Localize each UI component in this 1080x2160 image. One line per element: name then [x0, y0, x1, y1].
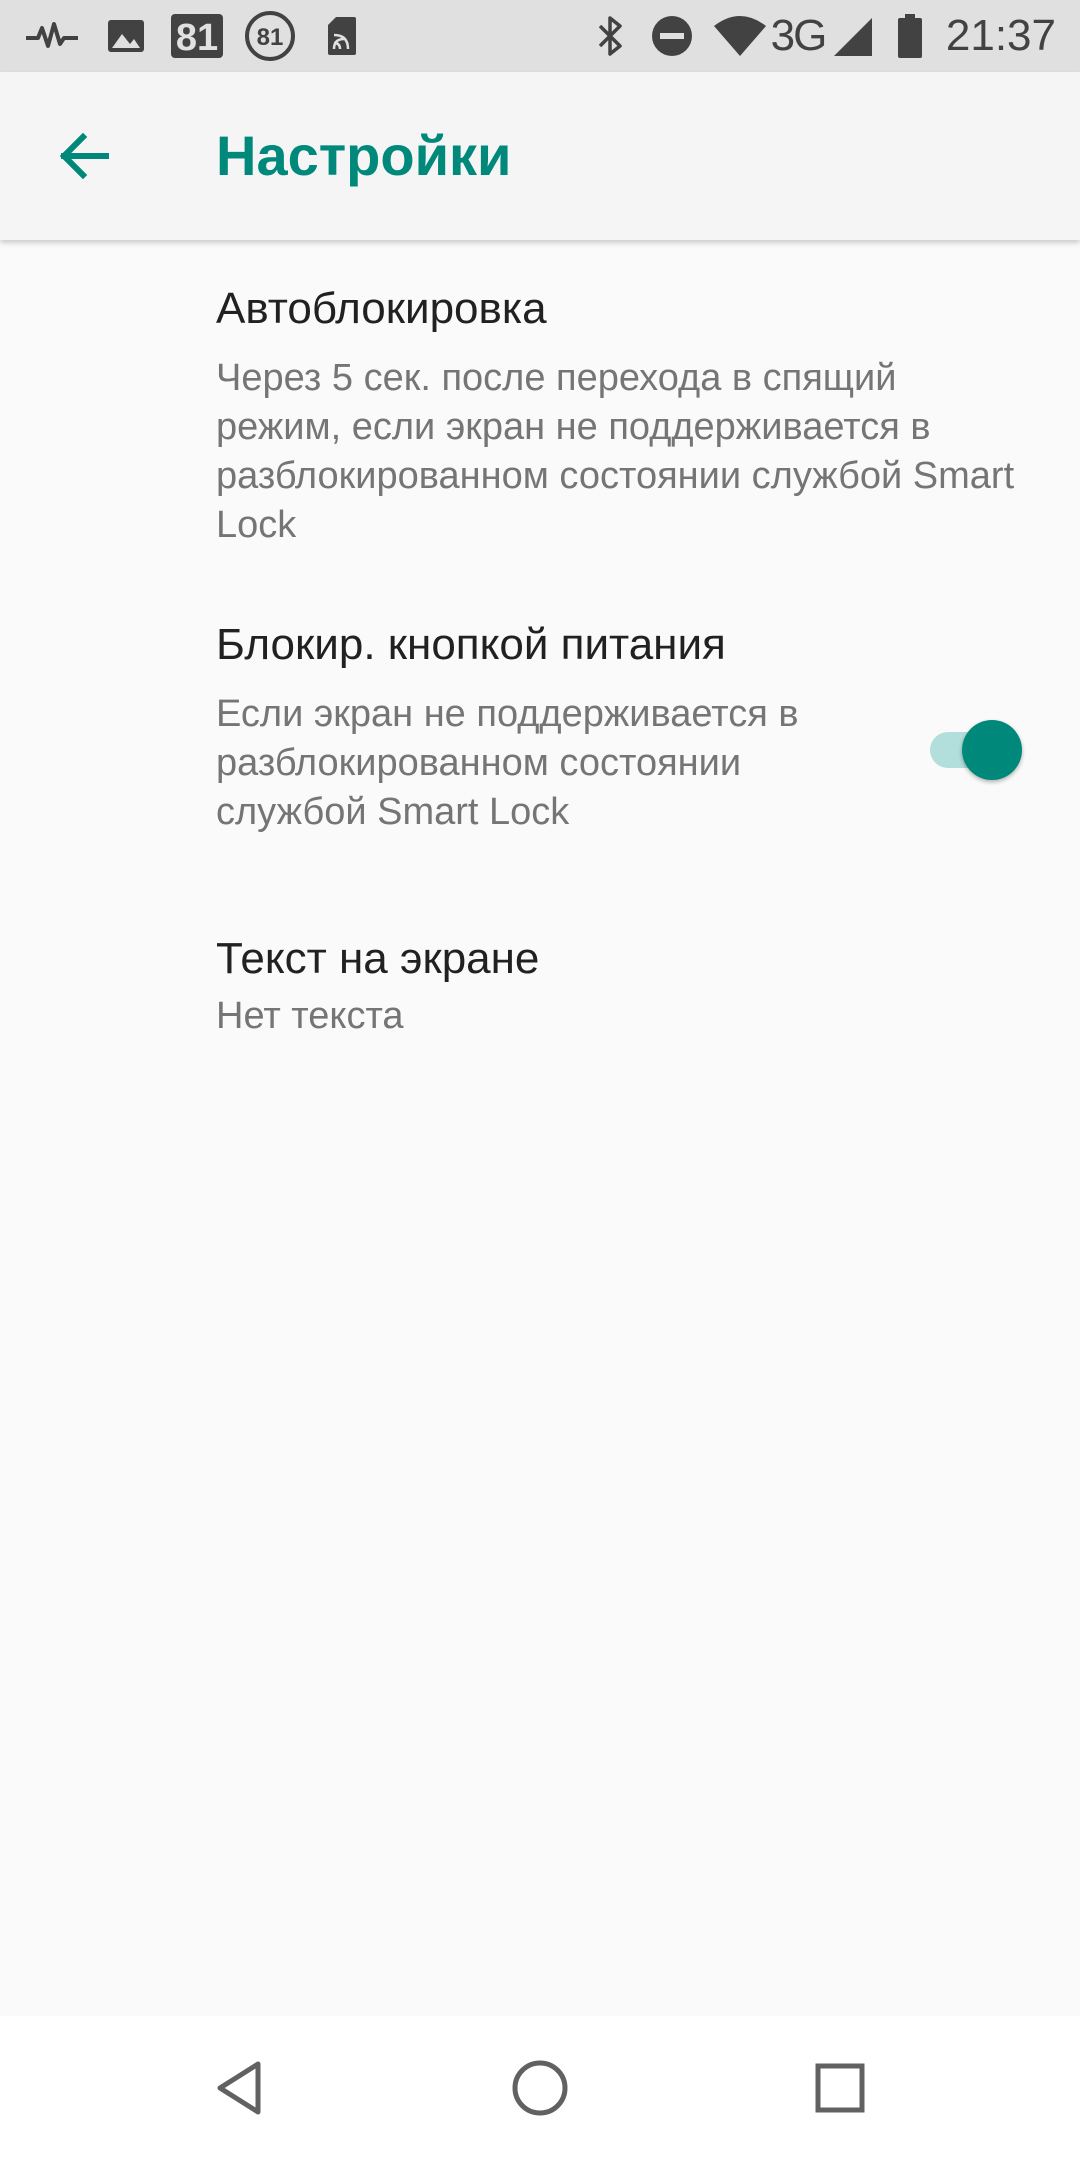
home-circle-icon [512, 2060, 568, 2116]
nav-home-button[interactable] [468, 2016, 612, 2160]
bluetooth-icon [592, 0, 628, 72]
wifi-icon [712, 0, 768, 72]
setting-auto-lock[interactable]: Автоблокировка Через 5 сек. после перехо… [0, 240, 1080, 564]
setting-power-button-lock[interactable]: Блокир. кнопкой питания Если экран не по… [0, 564, 1080, 864]
setting-summary: Нет текста [216, 995, 404, 1037]
back-triangle-icon [217, 2061, 261, 2115]
circle-81-icon: 81 [242, 0, 298, 72]
status-bar: 81 81 3G 21:37 [0, 0, 1080, 72]
nav-back-button[interactable] [168, 2016, 312, 2160]
setting-summary: Если экран не поддерживается в разблокир… [216, 693, 799, 833]
circle-81-text: 81 [257, 24, 284, 51]
pulse-icon [24, 0, 80, 72]
app-bar: Настройки [0, 72, 1080, 240]
setting-title: Автоблокировка [216, 284, 547, 333]
network-type-label: 3G [770, 11, 828, 60]
clock: 21:37 [945, 11, 1056, 60]
setting-summary: Через 5 сек. после перехода в спящий реж… [216, 357, 1015, 546]
image-icon [104, 0, 148, 72]
page-title: Настройки [216, 124, 512, 187]
badge-81-icon: 81 [168, 0, 226, 72]
setting-lock-screen-text[interactable]: Текст на экране Нет текста [0, 864, 1080, 1060]
recents-square-icon [815, 2063, 865, 2113]
power-button-lock-switch[interactable] [922, 714, 1022, 780]
badge-81-text: 81 [176, 17, 218, 59]
sim-card-icon [322, 0, 362, 72]
do-not-disturb-icon [648, 0, 696, 72]
nav-recents-button[interactable] [768, 2016, 912, 2160]
navigation-bar [0, 2016, 1080, 2160]
switch-thumb [962, 720, 1022, 780]
battery-icon [892, 0, 928, 72]
cell-signal-icon [830, 0, 874, 72]
setting-title: Блокир. кнопкой питания [216, 620, 726, 669]
back-button[interactable] [36, 114, 132, 198]
setting-title: Текст на экране [216, 934, 540, 983]
arrow-back-icon [59, 132, 109, 180]
